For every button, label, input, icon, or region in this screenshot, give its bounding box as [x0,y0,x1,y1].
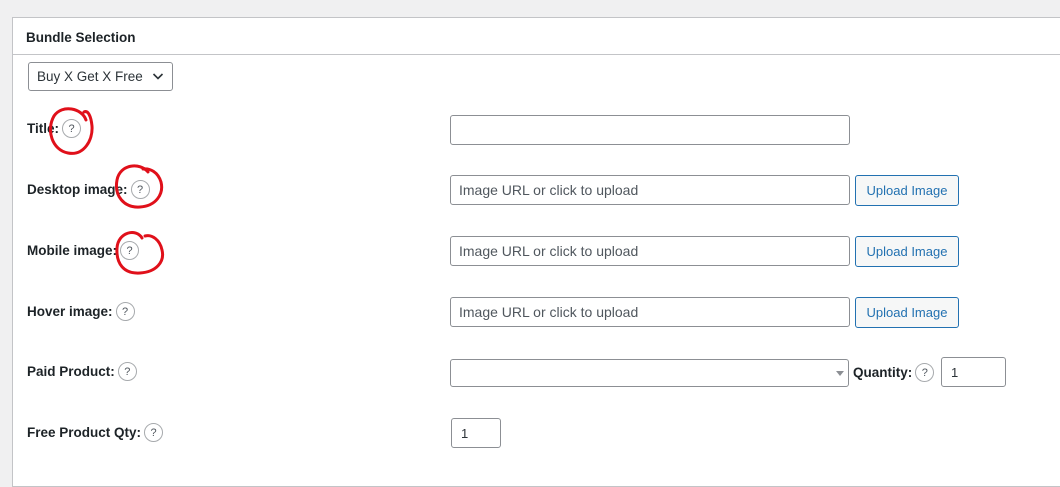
desktop-image-url-input[interactable] [450,175,850,205]
free-product-qty-label-row: Free Product Qty: ? [27,423,164,442]
desktop-image-label: Desktop image: [27,182,128,197]
mobile-image-label: Mobile image: [27,243,118,258]
desktop-image-upload-button[interactable]: Upload Image [855,175,959,206]
quantity-help-icon[interactable]: ? [915,363,935,382]
hover-image-help-icon[interactable]: ? [115,302,135,321]
desktop-image-help-icon[interactable]: ? [130,180,150,199]
mobile-image-upload-button[interactable]: Upload Image [855,236,959,267]
title-label: Title: [27,121,60,136]
title-help-icon[interactable]: ? [62,119,82,138]
hover-image-upload-button[interactable]: Upload Image [855,297,959,328]
free-product-qty-help-icon[interactable]: ? [144,423,164,442]
mobile-image-url-input[interactable] [450,236,850,266]
chevron-down-icon [152,73,164,80]
free-product-qty-input[interactable] [451,418,501,448]
free-product-qty-label: Free Product Qty: [27,425,142,440]
paid-product-select[interactable] [450,359,849,387]
title-input[interactable] [450,115,850,145]
paid-product-help-icon[interactable]: ? [117,362,137,381]
desktop-image-label-row: Desktop image: ? [27,180,150,199]
paid-product-label: Paid Product: [27,364,115,379]
quantity-label: Quantity: [853,365,913,380]
title-label-row: Title: ? [27,119,82,138]
hover-image-label: Hover image: [27,304,113,319]
panel-title: Bundle Selection [13,18,1060,55]
caret-down-icon [836,371,844,376]
quantity-input[interactable] [941,357,1006,387]
bundle-type-value: Buy X Get X Free [37,69,143,84]
hover-image-url-input[interactable] [450,297,850,327]
mobile-image-help-icon[interactable]: ? [120,241,140,260]
quantity-label-row: Quantity: ? [853,363,935,382]
bundle-selection-panel: Bundle Selection Buy X Get X Free Title:… [12,17,1060,487]
bundle-type-select[interactable]: Buy X Get X Free [28,62,173,91]
mobile-image-label-row: Mobile image: ? [27,241,140,260]
paid-product-label-row: Paid Product: ? [27,362,137,381]
hover-image-label-row: Hover image: ? [27,302,135,321]
